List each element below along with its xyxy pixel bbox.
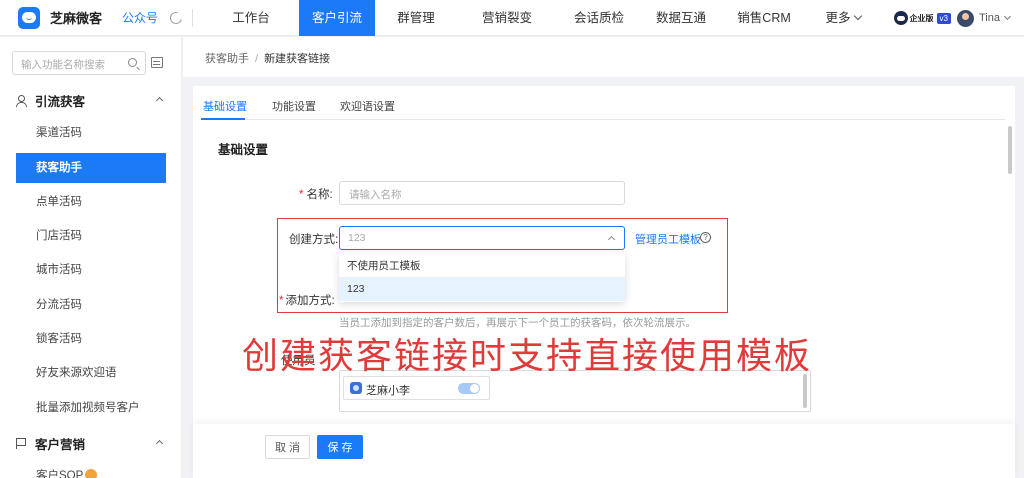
- sidebar-item-batch-video-customers[interactable]: 批量添加视频号客户: [16, 393, 166, 423]
- nav-item-marketing-fission[interactable]: 营销裂变: [457, 0, 557, 36]
- sidebar-item-store-code[interactable]: 门店活码: [16, 221, 166, 251]
- nav-item-customer-acquisition[interactable]: 客户引流: [299, 0, 376, 36]
- breadcrumb-current: 新建获客链接: [264, 53, 331, 65]
- nav-item-workbench[interactable]: 工作台: [203, 0, 299, 36]
- breadcrumb-bar: 获客助手 / 新建获客链接: [183, 37, 1024, 77]
- user-area: 企业版 v3 Tina: [893, 0, 1012, 36]
- search-placeholder: 输入功能名称搜索: [21, 59, 105, 71]
- sidebar-item-order-code[interactable]: 点单活码: [16, 187, 166, 217]
- employee-chip[interactable]: 芝麻小李: [343, 376, 490, 400]
- create-method-label: 创建方式:: [289, 234, 339, 246]
- nav-item-session-quality[interactable]: 会话质检: [557, 0, 641, 36]
- tab-bar: 基础设置 功能设置 欢迎语设置: [201, 86, 1005, 120]
- annotation-overlay: 创建获客链接时支持直接使用模板: [242, 335, 813, 376]
- top-nav-bar: 芝麻微客 公众号 工作台 客户引流 群管理 营销裂变 会话质检 数据互通 销售C…: [0, 0, 1024, 36]
- create-method-dropdown: 不使用员工模板 123: [339, 252, 625, 302]
- form-card: 基础设置 功能设置 欢迎语设置 基础设置 * 名称: 请输入名称 创建方式: 12…: [193, 86, 1015, 478]
- logo-icon: [18, 6, 40, 29]
- breadcrumb: 获客助手 / 新建获客链接: [205, 50, 330, 66]
- sidebar-group-acquisition[interactable]: 引流获客: [16, 90, 166, 110]
- name-label: * 名称:: [299, 189, 333, 201]
- nav-item-data-sync[interactable]: 数据互通: [641, 0, 721, 36]
- tab-function-settings[interactable]: 功能设置: [272, 98, 316, 114]
- nav-more-label: 更多: [825, 10, 851, 25]
- dropdown-option-no-template[interactable]: 不使用员工模板: [339, 254, 625, 278]
- main-nav: 工作台 客户引流 群管理 营销裂变 会话质检 数据互通 销售CRM 更多: [203, 0, 879, 36]
- sidebar-group-label: 引流获客: [35, 94, 86, 109]
- create-method-value: 123: [348, 232, 366, 244]
- user-menu-chevron-icon[interactable]: [1003, 12, 1012, 20]
- tab-welcome-settings[interactable]: 欢迎语设置: [340, 98, 395, 114]
- employee-name: 芝麻小李: [366, 385, 410, 397]
- version-badge: v3: [936, 12, 951, 24]
- vip-badge-icon: [85, 468, 98, 478]
- breadcrumb-parent[interactable]: 获客助手: [205, 53, 249, 65]
- name-label-text: 名称:: [306, 189, 333, 201]
- sidebar-group-marketing[interactable]: 客户营销: [16, 433, 166, 453]
- sidebar-item-lock-code[interactable]: 锁客活码: [16, 324, 166, 354]
- nav-item-more[interactable]: 更多: [807, 0, 879, 36]
- nav-divider: [192, 8, 194, 27]
- edition-label: 企业版: [909, 13, 934, 23]
- sidebar-item-city-code[interactable]: 城市活码: [16, 255, 166, 285]
- tab-basic-settings[interactable]: 基础设置: [203, 98, 247, 114]
- sidebar: 输入功能名称搜索 引流获客 渠道活码 获客助手 点单活码 门店活码 城市活码 分…: [0, 37, 182, 478]
- menu-layout-icon[interactable]: [151, 57, 163, 68]
- nav-item-group-management[interactable]: 群管理: [375, 0, 457, 36]
- sidebar-item-channel-code[interactable]: 渠道活码: [16, 118, 166, 148]
- nav-item-sales-crm[interactable]: 销售CRM: [721, 0, 807, 36]
- employee-toggle[interactable]: [458, 383, 480, 394]
- breadcrumb-separator: /: [255, 53, 259, 65]
- scrollbar[interactable]: [1008, 126, 1012, 174]
- sidebar-search-input[interactable]: 输入功能名称搜索: [12, 51, 146, 75]
- dark-mode-icon[interactable]: [167, 9, 185, 26]
- cancel-button[interactable]: 取 消: [265, 435, 310, 459]
- section-title: 基础设置: [218, 143, 269, 157]
- help-icon[interactable]: ?: [700, 232, 711, 243]
- app-logo[interactable]: 芝麻微客: [18, 6, 103, 29]
- dropdown-option-123[interactable]: 123: [339, 277, 625, 301]
- search-icon[interactable]: [128, 58, 137, 67]
- chevron-up-icon: [155, 439, 164, 448]
- sidebar-item-acquisition-assistant[interactable]: 获客助手: [16, 153, 166, 183]
- user-icon: [16, 94, 27, 107]
- employee-list-scrollbar[interactable]: [803, 374, 807, 408]
- flag-icon: [16, 437, 27, 449]
- sidebar-item-customer-sop[interactable]: 客户SOP: [16, 461, 166, 478]
- sidebar-item-split-code[interactable]: 分流活码: [16, 290, 166, 320]
- sidebar-group-label: 客户营销: [35, 437, 86, 452]
- name-placeholder: 请输入名称: [349, 189, 402, 201]
- account-switch[interactable]: 公众号: [122, 9, 158, 26]
- name-input[interactable]: 请输入名称: [339, 181, 625, 205]
- sidebar-item-source-welcome[interactable]: 好友来源欢迎语: [16, 358, 166, 388]
- save-button[interactable]: 保 存: [317, 435, 363, 459]
- enterprise-logo-icon: [893, 11, 908, 25]
- app-name: 芝麻微客: [50, 11, 103, 26]
- add-method-label-text: 添加方式:: [285, 295, 335, 307]
- employee-avatar-icon: [350, 382, 362, 394]
- form-footer: 取 消 保 存: [193, 424, 1015, 478]
- sidebar-item-label: 客户SOP: [36, 470, 84, 478]
- chevron-up-icon: [155, 96, 164, 105]
- avatar[interactable]: [957, 9, 974, 27]
- chevron-up-icon: [607, 235, 616, 244]
- active-tab-indicator: [201, 118, 245, 120]
- add-method-label: * 添加方式:: [279, 295, 335, 307]
- manage-template-link[interactable]: 管理员工模板: [635, 231, 701, 247]
- user-name[interactable]: Tina: [979, 12, 1000, 24]
- chevron-down-icon: [853, 11, 862, 20]
- create-method-select[interactable]: 123: [339, 226, 625, 250]
